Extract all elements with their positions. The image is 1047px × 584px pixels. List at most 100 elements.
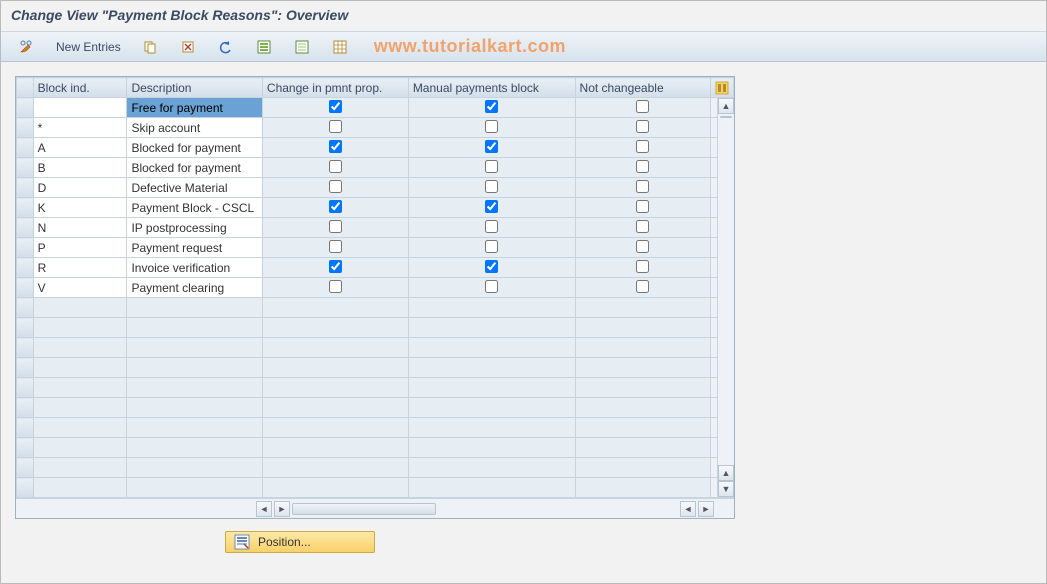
row-selector[interactable]: [17, 218, 34, 238]
checkbox[interactable]: [485, 240, 498, 253]
checkbox[interactable]: [485, 200, 498, 213]
cell-block-ind[interactable]: K: [33, 198, 127, 218]
cell-block-ind[interactable]: V: [33, 278, 127, 298]
cell-description[interactable]: Payment clearing: [127, 278, 262, 298]
row-selector[interactable]: [17, 98, 34, 118]
cell-description[interactable]: Skip account: [127, 118, 262, 138]
scroll-right2-arrow-icon[interactable]: ►: [698, 501, 714, 517]
checkbox[interactable]: [329, 220, 342, 233]
scroll-right-arrow-icon[interactable]: ►: [274, 501, 290, 517]
checkbox[interactable]: [636, 240, 649, 253]
table-row[interactable]: ABlocked for payment: [17, 138, 734, 158]
checkbox[interactable]: [485, 280, 498, 293]
toggle-button[interactable]: [11, 35, 43, 59]
table-row[interactable]: PPayment request: [17, 238, 734, 258]
scroll-up-arrow-icon[interactable]: ▲: [718, 98, 734, 114]
cell-description[interactable]: Blocked for payment: [127, 158, 262, 178]
table-row[interactable]: [17, 478, 734, 498]
table-row[interactable]: Free for payment: [17, 98, 734, 118]
table-row[interactable]: RInvoice verification: [17, 258, 734, 278]
hscroll-thumb[interactable]: [292, 503, 436, 515]
table-row[interactable]: [17, 458, 734, 478]
header-block-ind[interactable]: Block ind.: [33, 78, 127, 98]
table-row[interactable]: DDefective Material: [17, 178, 734, 198]
row-selector[interactable]: [17, 298, 34, 318]
checkbox[interactable]: [485, 120, 498, 133]
checkbox[interactable]: [329, 280, 342, 293]
cell-block-ind[interactable]: P: [33, 238, 127, 258]
checkbox[interactable]: [485, 260, 498, 273]
checkbox[interactable]: [636, 100, 649, 113]
checkbox[interactable]: [636, 180, 649, 193]
checkbox[interactable]: [485, 160, 498, 173]
row-selector[interactable]: [17, 118, 34, 138]
new-entries-button[interactable]: New Entries: [49, 37, 128, 57]
scroll-up2-arrow-icon[interactable]: ▲: [718, 465, 734, 481]
cell-description[interactable]: Invoice verification: [127, 258, 262, 278]
checkbox[interactable]: [636, 160, 649, 173]
row-selector[interactable]: [17, 158, 34, 178]
table-row[interactable]: [17, 398, 734, 418]
checkbox[interactable]: [329, 160, 342, 173]
table-row[interactable]: [17, 378, 734, 398]
checkbox[interactable]: [485, 180, 498, 193]
checkbox[interactable]: [636, 280, 649, 293]
table-row[interactable]: [17, 338, 734, 358]
table-row[interactable]: [17, 358, 734, 378]
table-row[interactable]: *Skip account: [17, 118, 734, 138]
horizontal-scrollbar[interactable]: ◄ ► ◄ ►: [16, 498, 734, 518]
cell-description[interactable]: Payment request: [127, 238, 262, 258]
row-selector[interactable]: [17, 178, 34, 198]
checkbox[interactable]: [329, 240, 342, 253]
cell-block-ind[interactable]: B: [33, 158, 127, 178]
table-row[interactable]: NIP postprocessing: [17, 218, 734, 238]
copy-as-button[interactable]: [134, 35, 166, 59]
checkbox[interactable]: [636, 120, 649, 133]
delete-button[interactable]: [172, 35, 204, 59]
row-selector[interactable]: [17, 198, 34, 218]
row-selector[interactable]: [17, 378, 34, 398]
cell-block-ind[interactable]: R: [33, 258, 127, 278]
checkbox[interactable]: [636, 200, 649, 213]
row-selector[interactable]: [17, 398, 34, 418]
row-selector[interactable]: [17, 138, 34, 158]
header-manual-block[interactable]: Manual payments block: [408, 78, 575, 98]
table-row[interactable]: KPayment Block - CSCL: [17, 198, 734, 218]
table-row[interactable]: [17, 418, 734, 438]
table-row[interactable]: [17, 318, 734, 338]
undo-button[interactable]: [210, 35, 242, 59]
row-selector[interactable]: [17, 418, 34, 438]
header-change-pmnt[interactable]: Change in pmnt prop.: [262, 78, 408, 98]
position-button[interactable]: Position...: [225, 531, 375, 553]
checkbox[interactable]: [329, 260, 342, 273]
cell-block-ind[interactable]: N: [33, 218, 127, 238]
cell-description[interactable]: Payment Block - CSCL: [127, 198, 262, 218]
checkbox[interactable]: [636, 260, 649, 273]
deselect-all-button[interactable]: [286, 35, 318, 59]
checkbox[interactable]: [636, 220, 649, 233]
header-not-changeable[interactable]: Not changeable: [575, 78, 710, 98]
row-selector[interactable]: [17, 478, 34, 498]
table-row[interactable]: BBlocked for payment: [17, 158, 734, 178]
scroll-left-arrow-icon[interactable]: ◄: [256, 501, 272, 517]
cell-block-ind[interactable]: D: [33, 178, 127, 198]
row-selector[interactable]: [17, 238, 34, 258]
cell-description[interactable]: IP postprocessing: [127, 218, 262, 238]
checkbox[interactable]: [485, 100, 498, 113]
row-selector[interactable]: [17, 358, 34, 378]
row-selector[interactable]: [17, 258, 34, 278]
table-settings-button[interactable]: [324, 35, 356, 59]
cell-description[interactable]: Free for payment: [127, 98, 262, 118]
checkbox[interactable]: [636, 140, 649, 153]
select-all-button[interactable]: [248, 35, 280, 59]
row-selector[interactable]: [17, 278, 34, 298]
scroll-down-arrow-icon[interactable]: ▼: [718, 481, 734, 497]
checkbox[interactable]: [485, 220, 498, 233]
header-description[interactable]: Description: [127, 78, 262, 98]
checkbox[interactable]: [329, 200, 342, 213]
table-row[interactable]: [17, 298, 734, 318]
vertical-scrollbar[interactable]: ▲ ▲ ▼: [717, 98, 734, 497]
checkbox[interactable]: [485, 140, 498, 153]
cell-block-ind[interactable]: [33, 98, 127, 118]
scroll-thumb[interactable]: [720, 116, 732, 118]
